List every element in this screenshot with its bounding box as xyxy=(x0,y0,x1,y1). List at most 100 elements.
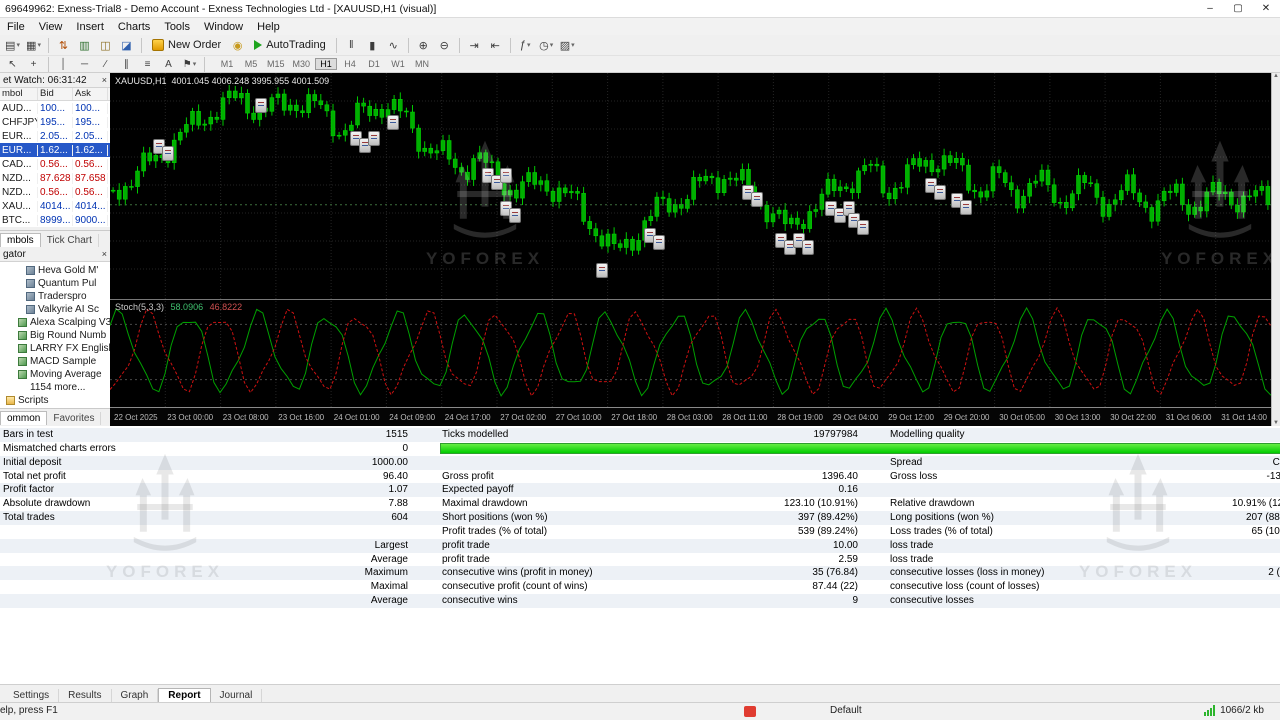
zoom-in-icon[interactable]: ⊕ xyxy=(414,37,433,54)
navigator-item[interactable]: Alexa Scalping V3 xyxy=(0,316,110,329)
menu-charts[interactable]: Charts xyxy=(111,21,157,33)
market-watch-row[interactable]: BTC...8999...9000... xyxy=(0,213,110,227)
market-watch-row[interactable]: NZD...87.62887.658 xyxy=(0,171,110,185)
report-label: Total net profit xyxy=(3,470,66,484)
scroll-up-icon[interactable]: ▲ xyxy=(1273,73,1279,79)
market-watch-row[interactable]: EUR...1.62...1.62... xyxy=(0,143,110,157)
timeframe-mn[interactable]: MN xyxy=(411,58,433,70)
navigator-item[interactable]: Quantum Pul xyxy=(0,277,110,290)
market-watch-row[interactable]: CAD...0.56...0.56... xyxy=(0,157,110,171)
data-window-icon[interactable]: ▥ xyxy=(75,37,94,54)
tester-tabs: SettingsResultsGraphReportJournal xyxy=(0,684,1280,702)
market-watch-row[interactable]: EUR...2.05...2.05... xyxy=(0,129,110,143)
market-watch-row[interactable]: AUD...100...100... xyxy=(0,101,110,115)
templates-icon[interactable]: ▨ xyxy=(558,37,577,54)
tester-tab-report[interactable]: Report xyxy=(158,688,210,702)
new-chart-icon[interactable]: ▤ xyxy=(3,37,22,54)
navigator-item[interactable]: Heva Gold M' xyxy=(0,264,110,277)
market-watch-header: et Watch: 06:31:42 × xyxy=(0,73,110,88)
timeframe-w1[interactable]: W1 xyxy=(387,58,409,70)
chart-profiles-icon[interactable]: ▦ xyxy=(24,37,43,54)
report-label: Bars in test xyxy=(3,428,53,442)
line-mode-icon[interactable]: ∿ xyxy=(384,37,403,54)
price-chart[interactable]: XAUUSD,H1 4001.045 4006.248 3995.955 400… xyxy=(110,73,1271,426)
toolbar-separator xyxy=(510,38,511,53)
tab-mbols[interactable]: mbols xyxy=(0,233,41,247)
close-button[interactable]: ✕ xyxy=(1252,0,1280,17)
navigator-item[interactable]: Big Round Numb xyxy=(0,329,110,342)
arrow-shapes-icon[interactable]: ⚑ xyxy=(180,57,199,71)
crosshair-icon[interactable]: + xyxy=(24,57,43,71)
tester-tab-journal[interactable]: Journal xyxy=(211,689,263,702)
timeframe-h1[interactable]: H1 xyxy=(315,58,337,70)
market-watch-row[interactable]: NZD...0.56...0.56... xyxy=(0,185,110,199)
timeframe-d1[interactable]: D1 xyxy=(363,58,385,70)
timeframe-m30[interactable]: M30 xyxy=(290,58,314,70)
indicators-icon[interactable]: ƒ xyxy=(516,37,535,54)
fibonacci-icon[interactable]: ≡ xyxy=(138,57,157,71)
equidistant-channel-icon[interactable]: ∥ xyxy=(117,57,136,71)
navigator-item[interactable]: Valkyrie AI Sc xyxy=(0,303,110,316)
chart-scrollbar[interactable]: ▲ ▼ xyxy=(1271,73,1280,426)
tester-tab-graph[interactable]: Graph xyxy=(112,689,159,702)
horizontal-line-icon[interactable]: ─ xyxy=(75,57,94,71)
terminal-toggle-icon[interactable]: ◪ xyxy=(117,37,136,54)
market-watch-row[interactable]: XAU...4014...4014... xyxy=(0,199,110,213)
report-value: Average xyxy=(105,594,408,608)
tester-tab-results[interactable]: Results xyxy=(59,689,111,702)
zoom-out-icon[interactable]: ⊖ xyxy=(435,37,454,54)
menu-insert[interactable]: Insert xyxy=(69,21,111,33)
vertical-line-icon[interactable]: │ xyxy=(54,57,73,71)
market-watch-close-icon[interactable]: × xyxy=(102,75,107,85)
tab-tick-chart[interactable]: Tick Chart xyxy=(41,234,99,247)
timeframe-m1[interactable]: M1 xyxy=(216,58,238,70)
menu-tools[interactable]: Tools xyxy=(157,21,197,33)
menu-window[interactable]: Window xyxy=(197,21,250,33)
navigator-item[interactable]: LARRY FX English xyxy=(0,342,110,355)
market-watch-row[interactable]: CHFJPY195...195... xyxy=(0,115,110,129)
menu-file[interactable]: File xyxy=(0,21,32,33)
maximize-button[interactable]: ▢ xyxy=(1224,0,1252,17)
chart-shift-icon[interactable]: ⇤ xyxy=(486,37,505,54)
report-label: Relative drawdown xyxy=(890,497,975,511)
periods-icon[interactable]: ◷ xyxy=(537,37,556,54)
mql5-community-icon[interactable]: ◉ xyxy=(228,37,247,54)
timeframe-m5[interactable]: M5 xyxy=(240,58,262,70)
folder-icon xyxy=(6,396,15,405)
navigator-toggle-icon[interactable]: ◫ xyxy=(96,37,115,54)
minimize-button[interactable]: – xyxy=(1196,0,1224,17)
navigator-item[interactable]: 1154 more... xyxy=(0,381,110,394)
menu-view[interactable]: View xyxy=(32,21,70,33)
timeframe-m15[interactable]: M15 xyxy=(264,58,288,70)
candles-mode-icon[interactable]: ▮ xyxy=(363,37,382,54)
cursor-icon[interactable]: ↖ xyxy=(3,57,22,71)
autotrading-button[interactable]: AutoTrading xyxy=(248,36,332,54)
navigator-item[interactable]: Scripts xyxy=(0,394,110,407)
time-axis-label: 24 Oct 09:00 xyxy=(389,413,435,422)
menu-help[interactable]: Help xyxy=(250,21,287,33)
market-watch-toggle-icon[interactable]: ⇅ xyxy=(54,37,73,54)
report-value: 1396.40 xyxy=(600,470,858,484)
text-label-icon[interactable]: A xyxy=(159,57,178,71)
navigator-close-icon[interactable]: × xyxy=(102,249,107,259)
report-row: Absolute drawdown7.88Maximal drawdown123… xyxy=(0,497,1280,511)
status-profile[interactable]: Default xyxy=(830,705,862,716)
toolbar-separator xyxy=(408,38,409,53)
time-axis[interactable]: 22 Oct 202523 Oct 00:0023 Oct 08:0023 Oc… xyxy=(110,407,1271,426)
new-order-button[interactable]: New Order xyxy=(146,36,227,54)
auto-scroll-icon[interactable]: ⇥ xyxy=(465,37,484,54)
trade-marker xyxy=(368,131,380,146)
bars-mode-icon[interactable]: ‖ xyxy=(342,37,361,54)
navigator-item[interactable]: MACD Sample xyxy=(0,355,110,368)
timeframe-h4[interactable]: H4 xyxy=(339,58,361,70)
tester-tab-settings[interactable]: Settings xyxy=(4,689,59,702)
scroll-down-icon[interactable]: ▼ xyxy=(1273,420,1279,426)
navigator-item[interactable]: Moving Average xyxy=(0,368,110,381)
trade-marker xyxy=(934,185,946,200)
report-row: Maximumconsecutive wins (profit in money… xyxy=(0,566,1280,580)
navigator-item[interactable]: Traderspro xyxy=(0,290,110,303)
trendline-icon[interactable]: ∕ xyxy=(96,57,115,71)
navigator-item-label: Big Round Numb xyxy=(30,330,106,341)
tab-favorites[interactable]: Favorites xyxy=(47,412,101,425)
tab-ommon[interactable]: ommon xyxy=(0,411,47,425)
